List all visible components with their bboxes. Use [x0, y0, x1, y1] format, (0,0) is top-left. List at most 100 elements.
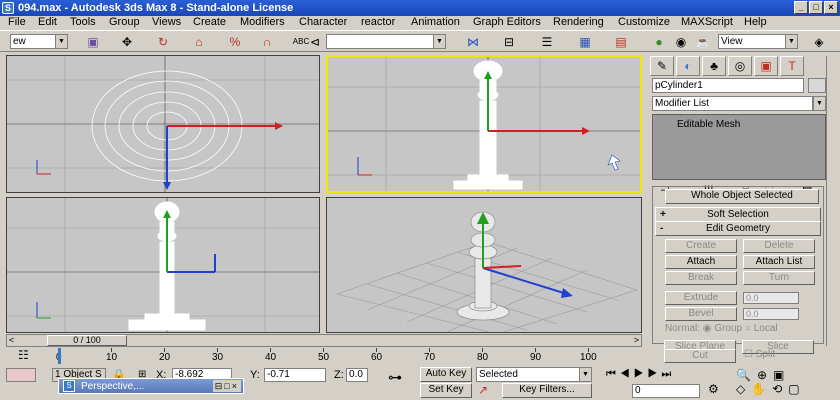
maximize-viewport-icon[interactable]: ▢: [788, 382, 805, 396]
object-color-swatch[interactable]: [808, 78, 826, 93]
menu-create[interactable]: Create: [193, 16, 226, 28]
maxscript-listener-mini[interactable]: [6, 368, 36, 382]
modifier-list-dropdown[interactable]: Modifier List ▼: [652, 96, 826, 111]
stack-item-editable-mesh[interactable]: Editable Mesh: [655, 118, 823, 131]
modifier-stack[interactable]: Editable Mesh: [652, 114, 826, 180]
pan-icon[interactable]: ✋: [751, 382, 772, 396]
spinner-snap-icon[interactable]: ∩: [258, 33, 276, 51]
object-name-field[interactable]: pCylinder1: [652, 78, 804, 93]
display-tab-icon[interactable]: ▣: [754, 56, 778, 76]
motion-tab-icon[interactable]: ◎: [728, 56, 752, 76]
mirror-tool-icon[interactable]: ⋈: [464, 33, 482, 51]
menu-maxscript[interactable]: MAXScript: [681, 16, 733, 28]
menu-help[interactable]: Help: [744, 16, 767, 28]
angle-snap-icon[interactable]: ↻: [154, 33, 172, 51]
time-slider-next-icon[interactable]: >: [634, 335, 639, 345]
split-checkbox[interactable]: ☐: [744, 349, 753, 360]
go-to-start-icon[interactable]: ⏮: [606, 368, 620, 380]
current-frame-field[interactable]: 0: [632, 384, 700, 398]
menu-character[interactable]: Character: [299, 16, 347, 28]
menu-views[interactable]: Views: [152, 16, 181, 28]
render-type-icon[interactable]: ◈: [810, 33, 828, 51]
snap-icon[interactable]: ⌂: [190, 33, 208, 51]
viewport-left[interactable]: [6, 197, 320, 333]
ref-coord-system-dropdown[interactable]: View ▼: [718, 34, 798, 49]
auto-key-button[interactable]: Auto Key: [420, 367, 472, 382]
time-slider[interactable]: 0 / 100: [47, 335, 127, 346]
perspective-minimized-window[interactable]: S Perspective,... ⊟□×: [58, 378, 244, 394]
key-icon[interactable]: ⊶: [388, 369, 402, 386]
minimize-button[interactable]: _: [794, 1, 808, 14]
menu-tools[interactable]: Tools: [70, 16, 96, 28]
turn-button[interactable]: Turn: [743, 271, 815, 285]
viewport-perspective[interactable]: [326, 197, 642, 333]
cut-button[interactable]: Cut: [664, 349, 736, 363]
break-button[interactable]: Break: [665, 271, 737, 285]
arc-rotate-icon[interactable]: ⟲: [772, 382, 788, 396]
named-selection-sets-dropdown[interactable]: ▼: [326, 34, 446, 49]
previous-frame-icon[interactable]: ◀: [620, 368, 634, 380]
menu-graph-editors[interactable]: Graph Editors: [473, 16, 541, 28]
attach-button[interactable]: Attach: [665, 255, 737, 269]
menu-rendering[interactable]: Rendering: [553, 16, 604, 28]
menu-modifiers[interactable]: Modifiers: [240, 16, 285, 28]
command-panel-scrollbar[interactable]: [826, 56, 838, 346]
attach-list-button[interactable]: Attach List: [743, 255, 815, 269]
hierarchy-tab-icon[interactable]: ♣: [702, 56, 726, 76]
align-icon[interactable]: ⊟: [500, 33, 518, 51]
track-bar-icon[interactable]: ☷: [18, 348, 36, 364]
menu-reactor[interactable]: reactor: [361, 16, 395, 28]
modify-tab-icon[interactable]: ◐: [676, 56, 700, 76]
zoom-extents-icon[interactable]: ▣: [773, 368, 790, 382]
percent-snap-icon[interactable]: %: [226, 33, 244, 51]
render-scene-icon[interactable]: ◉: [672, 33, 690, 51]
zoom-icon[interactable]: 🔍: [736, 368, 757, 382]
mirror-icon[interactable]: ⊲: [306, 33, 324, 51]
window-controls-icon[interactable]: ⊟□×: [212, 380, 241, 392]
z-coordinate-field[interactable]: 0.0: [346, 368, 368, 382]
zoom-all-icon[interactable]: ⊕: [757, 368, 773, 382]
close-button[interactable]: ×: [824, 1, 838, 14]
menu-group[interactable]: Group: [109, 16, 140, 28]
create-tab-icon[interactable]: ✎: [650, 56, 674, 76]
select-move-icon[interactable]: ✥: [118, 33, 136, 51]
material-editor-icon[interactable]: ●: [650, 33, 668, 51]
next-frame-icon[interactable]: ▶: [648, 368, 662, 380]
utilities-tab-icon[interactable]: T: [780, 56, 804, 76]
viewport-top[interactable]: [6, 55, 320, 193]
key-filters-button[interactable]: Key Filters...: [502, 383, 592, 398]
select-object-icon[interactable]: ▣: [84, 33, 102, 51]
edit-geometry-rollout[interactable]: - Edit Geometry: [655, 221, 821, 236]
menu-file[interactable]: File: [8, 16, 26, 28]
set-key-button[interactable]: Set Key: [420, 383, 472, 398]
quick-render-icon[interactable]: ☕: [694, 33, 712, 51]
extrude-button[interactable]: Extrude: [665, 291, 737, 305]
viewport-front[interactable]: [326, 55, 642, 193]
create-button[interactable]: Create: [665, 239, 737, 253]
key-mode-dropdown[interactable]: Selected ▼: [476, 367, 592, 382]
play-icon[interactable]: ▶: [634, 368, 648, 380]
track-bar[interactable]: 0 10 20 30 40 50 60 70 80 90 100: [56, 348, 598, 366]
maximize-button[interactable]: □: [809, 1, 823, 14]
curve-editor-icon[interactable]: ▦: [576, 33, 594, 51]
field-of-view-icon[interactable]: ◇: [736, 382, 751, 396]
menu-animation[interactable]: Animation: [411, 16, 460, 28]
selection-filter-dropdown[interactable]: ew ▼: [10, 34, 68, 49]
soft-selection-rollout[interactable]: + Soft Selection: [655, 207, 821, 222]
go-to-end-icon[interactable]: ⏭: [661, 368, 675, 380]
menu-edit[interactable]: Edit: [38, 16, 57, 28]
extrude-amount-field[interactable]: 0.0: [743, 292, 799, 304]
key-tangent-icon[interactable]: ↗: [478, 383, 488, 397]
bevel-button[interactable]: Bevel: [665, 307, 737, 321]
time-slider-track[interactable]: 0 / 100 < >: [6, 334, 642, 347]
time-slider-prev-icon[interactable]: <: [9, 335, 14, 345]
schematic-view-icon[interactable]: ▤: [612, 33, 630, 51]
local-radio[interactable]: ○: [745, 323, 751, 334]
bevel-amount-field[interactable]: 0.0: [743, 308, 799, 320]
group-radio[interactable]: ◉: [703, 323, 712, 334]
y-coordinate-field[interactable]: -0.71: [264, 368, 326, 382]
menu-customize[interactable]: Customize: [618, 16, 670, 28]
layer-manager-icon[interactable]: ☰: [538, 33, 556, 51]
time-config-icon[interactable]: ⚙: [708, 382, 719, 396]
delete-button[interactable]: Delete: [743, 239, 815, 253]
